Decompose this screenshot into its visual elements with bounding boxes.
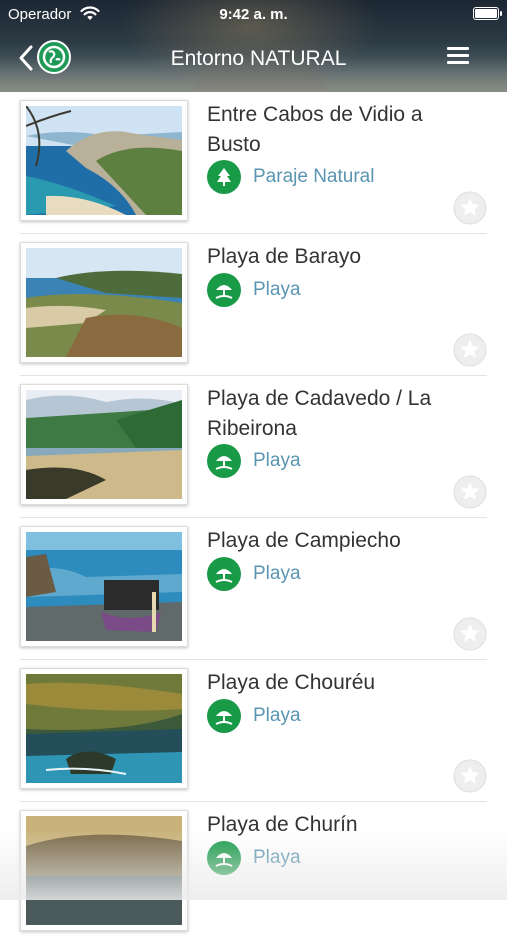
list-item[interactable]: Playa de Chouréu Playa bbox=[0, 660, 507, 802]
item-thumbnail bbox=[20, 810, 188, 931]
item-category-label: Playa bbox=[253, 450, 301, 471]
list-item[interactable]: Playa de Cadavedo / La Ribeirona Playa bbox=[0, 376, 507, 518]
hamburger-menu-icon[interactable] bbox=[447, 47, 469, 65]
item-thumbnail bbox=[20, 100, 188, 221]
favorite-star-icon[interactable] bbox=[453, 333, 487, 367]
list-item[interactable]: Playa de Churín Playa bbox=[0, 802, 507, 944]
item-title: Playa de Chouréu bbox=[207, 671, 376, 694]
item-category-label: Playa bbox=[253, 847, 301, 868]
status-time: 9:42 a. m. bbox=[219, 6, 288, 23]
item-category: Playa bbox=[207, 841, 301, 875]
item-category-label: Playa bbox=[253, 705, 301, 726]
favorite-star-icon[interactable] bbox=[453, 191, 487, 225]
page-title: Entorno NATURAL bbox=[170, 47, 347, 70]
item-title: Entre Cabos de Vidio a Busto bbox=[207, 103, 423, 156]
item-thumbnail bbox=[20, 526, 188, 647]
item-category: Playa bbox=[207, 444, 301, 478]
beach-umbrella-icon bbox=[207, 444, 241, 478]
item-thumbnail bbox=[20, 384, 188, 505]
beach-umbrella-icon bbox=[207, 699, 241, 733]
beach-umbrella-icon bbox=[207, 273, 241, 307]
item-category-label: Paraje Natural bbox=[253, 166, 375, 187]
beach-umbrella-icon bbox=[207, 841, 241, 875]
item-title: Playa de Campiecho bbox=[207, 529, 401, 552]
list-item[interactable]: Entre Cabos de Vidio a Busto Paraje Natu… bbox=[0, 92, 507, 234]
favorite-star-icon[interactable] bbox=[453, 759, 487, 793]
status-bar: Operador 9:42 a. m. bbox=[0, 0, 507, 28]
list-item[interactable]: Playa de Campiecho Playa bbox=[0, 518, 507, 660]
item-category: Playa bbox=[207, 699, 301, 733]
poi-list: Entre Cabos de Vidio a Busto Paraje Natu… bbox=[0, 92, 507, 944]
item-title: Playa de Cadavedo / La Ribeirona bbox=[207, 387, 432, 440]
beach-umbrella-icon bbox=[207, 557, 241, 591]
item-thumbnail bbox=[20, 668, 188, 789]
item-title: Playa de Churín bbox=[207, 813, 358, 836]
item-category: Playa bbox=[207, 557, 301, 591]
header: Operador 9:42 a. m. Entorno NATURAL bbox=[0, 0, 507, 92]
item-title: Playa de Barayo bbox=[207, 245, 362, 268]
favorite-star-icon[interactable] bbox=[453, 617, 487, 651]
item-category-label: Playa bbox=[253, 279, 301, 300]
item-category: Paraje Natural bbox=[207, 160, 374, 194]
item-category: Playa bbox=[207, 273, 301, 307]
battery-icon bbox=[473, 7, 502, 20]
favorite-star-icon[interactable] bbox=[453, 475, 487, 509]
item-thumbnail bbox=[20, 242, 188, 363]
list-item[interactable]: Playa de Barayo Playa bbox=[0, 234, 507, 376]
tree-icon bbox=[207, 160, 241, 194]
item-category-label: Playa bbox=[253, 563, 301, 584]
